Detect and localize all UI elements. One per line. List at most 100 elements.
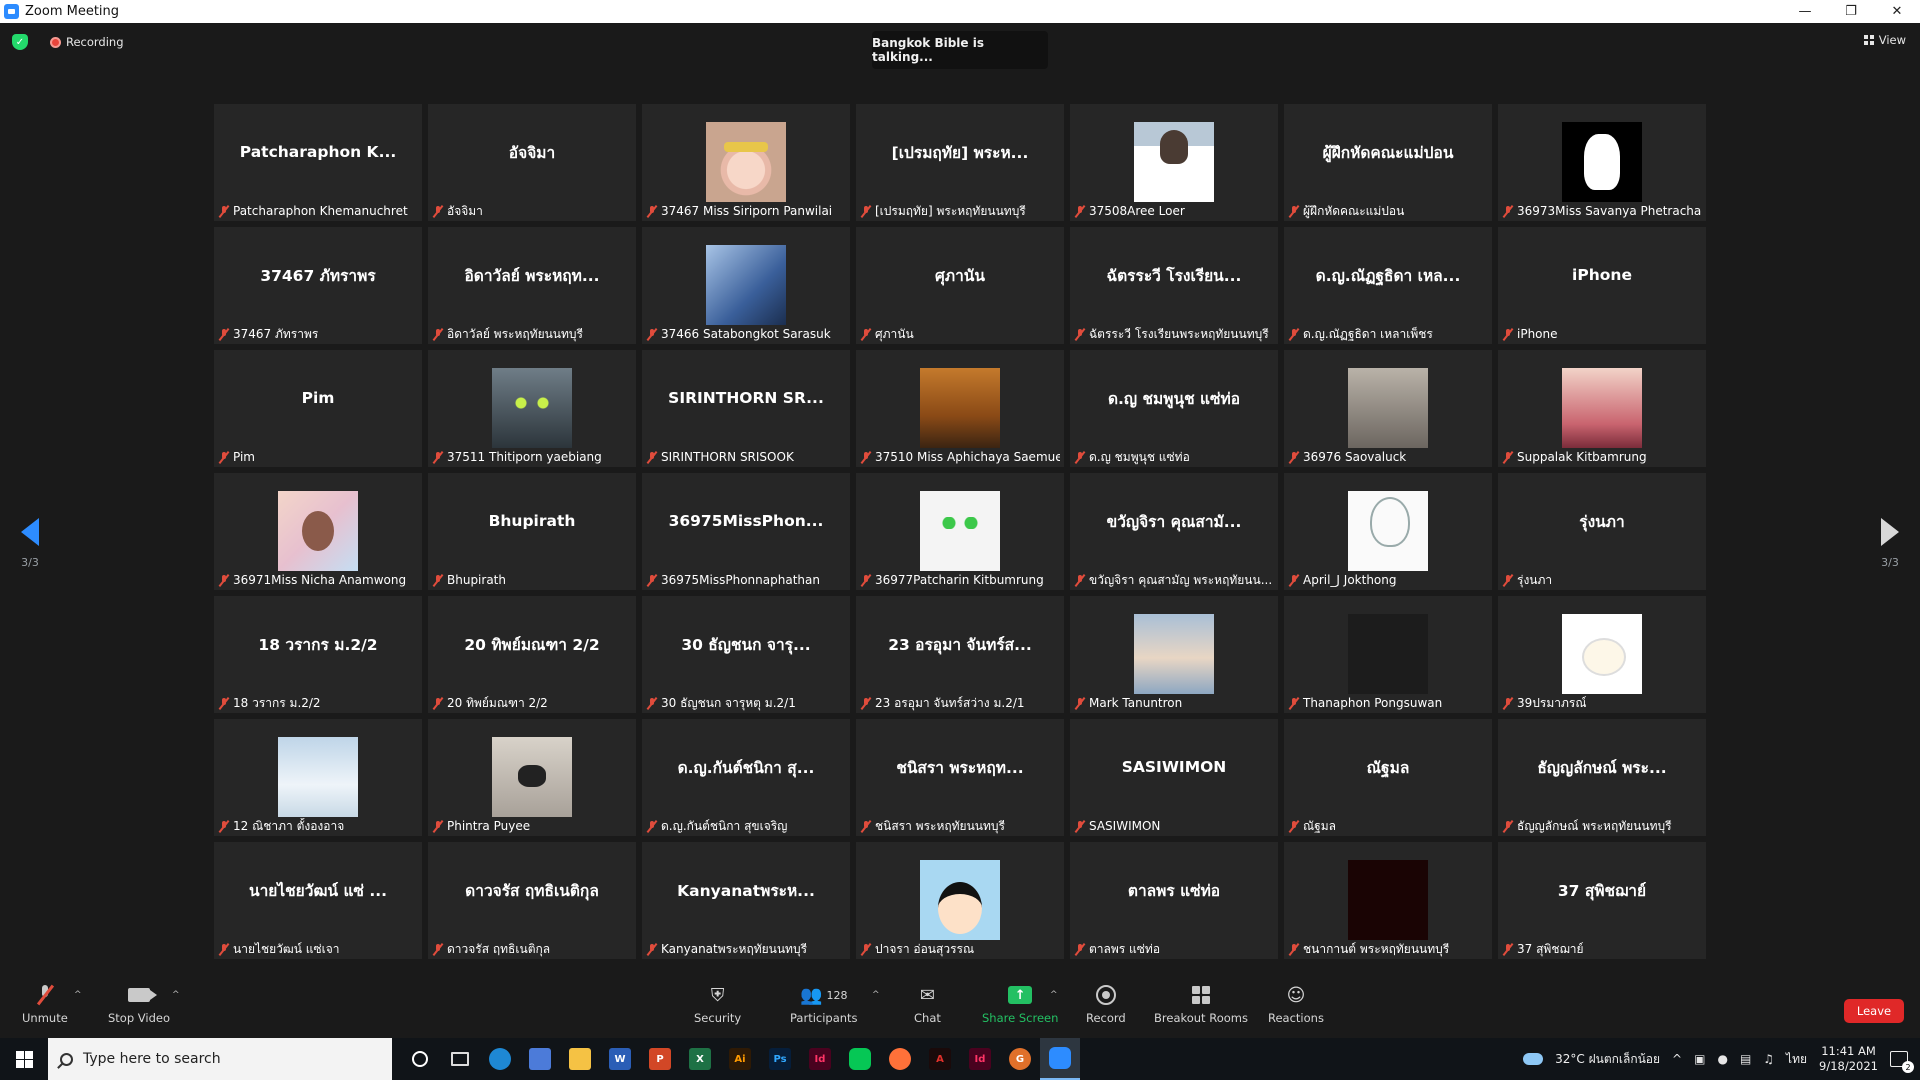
participant-tile[interactable]: Kanyanatพระห... Kanyanatพระหฤทัยนนทบุรี xyxy=(642,842,850,959)
participant-tile[interactable]: 30 ธัญชนก จารุ... 30 ธัญชนก จารุหตุ ม.2/1 xyxy=(642,596,850,713)
audio-options-chevron-icon[interactable]: ^ xyxy=(74,990,82,1000)
edge-icon[interactable] xyxy=(480,1038,520,1080)
participant-tile[interactable]: SIRINTHORN SR... SIRINTHORN SRISOOK xyxy=(642,350,850,467)
word-icon[interactable]: W xyxy=(600,1038,640,1080)
participant-tile[interactable]: ตาลพร แซ่ท่อ ตาลพร แซ่ท่อ xyxy=(1070,842,1278,959)
volume-icon[interactable]: ♫ xyxy=(1763,1052,1774,1066)
input-language[interactable]: ไทย xyxy=(1786,1050,1807,1069)
security-button[interactable]: ⛨ Security xyxy=(694,984,741,1026)
record-button[interactable]: Record xyxy=(1086,984,1126,1025)
participant-tile[interactable]: 37467 ภัทราพร 37467 ภัทราพร xyxy=(214,227,422,344)
weather-cloud-icon[interactable] xyxy=(1523,1053,1544,1065)
taskbar-clock[interactable]: 11:41 AM 9/18/2021 xyxy=(1819,1044,1878,1074)
participant-tile[interactable]: 36975MissPhon... 36975MissPhonnaphathan xyxy=(642,473,850,590)
zoom-taskbar-icon[interactable] xyxy=(1040,1038,1080,1080)
participant-tile[interactable]: Patcharaphon K... Patcharaphon Khemanuchr… xyxy=(214,104,422,221)
stop-video-button[interactable]: Stop Video xyxy=(108,984,170,1025)
participant-tile[interactable]: ดาวจรัส ฤทธิเนติกุล ดาวจรัส ฤทธิเนติกุล xyxy=(428,842,636,959)
participant-tile[interactable]: อิดาวัลย์ พระหฤท... อิดาวัลย์ พระหฤทัยนนท… xyxy=(428,227,636,344)
participant-tile[interactable]: 20 ทิพย์มณฑา 2/2 20 ทิพย์มณฑา 2/2 xyxy=(428,596,636,713)
encryption-shield-icon[interactable]: ✓ xyxy=(12,34,28,50)
share-options-chevron-icon[interactable]: ^ xyxy=(1050,990,1058,1000)
participant-tile[interactable]: 36973Miss Savanya Phetrachai xyxy=(1498,104,1706,221)
tray-expand-chevron-icon[interactable]: ^ xyxy=(1672,1052,1682,1066)
participant-tile[interactable]: อัจจิมา อัจจิมา xyxy=(428,104,636,221)
reactions-button[interactable]: ☺ Reactions xyxy=(1268,984,1324,1026)
task-view-icon[interactable] xyxy=(440,1038,480,1080)
leave-button[interactable]: Leave xyxy=(1844,999,1904,1023)
participant-tile[interactable]: ศุภานัน ศุภานัน xyxy=(856,227,1064,344)
participant-tile[interactable]: ธัญญลักษณ์ พระ... ธัญญลักษณ์ พระหฤทัยนนทบ… xyxy=(1498,719,1706,836)
participant-tile[interactable]: Phintra Puyee xyxy=(428,719,636,836)
share-screen-button[interactable]: ↑ Share Screen xyxy=(982,984,1058,1025)
participant-tile[interactable]: 37467 Miss Siriporn Panwilai xyxy=(642,104,850,221)
indesign-2-icon[interactable]: Id xyxy=(960,1038,1000,1080)
close-button[interactable]: ✕ xyxy=(1874,0,1920,23)
breakout-rooms-button[interactable]: Breakout Rooms xyxy=(1154,984,1248,1025)
weather-label[interactable]: 32°C ฝนตกเล็กน้อย xyxy=(1555,1050,1660,1069)
participant-tile[interactable]: ฉัตรระวี โรงเรียน... ฉัตรระวี โรงเรียนพระ… xyxy=(1070,227,1278,344)
next-page-button[interactable]: 3/3 xyxy=(1870,518,1910,569)
excel-icon[interactable]: X xyxy=(680,1038,720,1080)
participant-tile[interactable]: ขวัญจิรา คุณสามั... ขวัญจิรา คุณสามัญ พระ… xyxy=(1070,473,1278,590)
participant-tile[interactable]: Bhupirath Bhupirath xyxy=(428,473,636,590)
illustrator-icon[interactable]: Ai xyxy=(720,1038,760,1080)
participant-tile[interactable]: ณัฐมล ณัฐมล xyxy=(1284,719,1492,836)
participant-tile[interactable]: ด.ญ ชมพูนุช แซ่ท่อ ด.ญ ชมพูนุช แซ่ท่อ xyxy=(1070,350,1278,467)
acrobat-icon[interactable]: A xyxy=(920,1038,960,1080)
notification-center-icon[interactable] xyxy=(1890,1051,1914,1073)
network-icon[interactable]: ▤ xyxy=(1740,1052,1751,1066)
participant-tile[interactable]: ผู้ฝึกหัดคณะแม่ปอน ผู้ฝึกหัดคณะแม่ปอน xyxy=(1284,104,1492,221)
powerpoint-icon[interactable]: P xyxy=(640,1038,680,1080)
tray-app-icon[interactable]: ▣ xyxy=(1694,1052,1705,1066)
start-button[interactable] xyxy=(0,1038,48,1080)
participant-tile[interactable]: 36977Patcharin Kitbumrung xyxy=(856,473,1064,590)
unmute-button[interactable]: Unmute xyxy=(22,984,68,1025)
participant-tile[interactable]: 36976 Saovaluck xyxy=(1284,350,1492,467)
indesign-icon[interactable]: Id xyxy=(800,1038,840,1080)
video-options-chevron-icon[interactable]: ^ xyxy=(172,990,180,1000)
participant-tile[interactable]: iPhone iPhone xyxy=(1498,227,1706,344)
minimize-button[interactable]: — xyxy=(1782,0,1828,23)
participant-tile[interactable]: ปาจรา อ่อนสุวรรณ xyxy=(856,842,1064,959)
participant-tile[interactable]: 18 วรากร ม.2/2 18 วรากร ม.2/2 xyxy=(214,596,422,713)
microphone-tray-icon[interactable]: ● xyxy=(1717,1052,1727,1066)
view-button[interactable]: View xyxy=(1863,33,1906,47)
calculator-icon[interactable] xyxy=(520,1038,560,1080)
participants-options-chevron-icon[interactable]: ^ xyxy=(872,990,880,1000)
line-icon[interactable] xyxy=(840,1038,880,1080)
participant-tile[interactable]: SASIWIMON SASIWIMON xyxy=(1070,719,1278,836)
previous-page-button[interactable]: 3/3 xyxy=(10,518,50,569)
chat-button[interactable]: ✉ Chat xyxy=(914,984,941,1026)
participant-tile[interactable]: 37508Aree Loer xyxy=(1070,104,1278,221)
participant-tile[interactable]: Pim Pim xyxy=(214,350,422,467)
participant-tile[interactable]: ด.ญ.กันต์ชนิกา สุ... ด.ญ.กันต์ชนิกา สุขเจ… xyxy=(642,719,850,836)
participant-tile[interactable]: ชนากานต์ พระหฤทัยนนทบุรี xyxy=(1284,842,1492,959)
firefox-icon[interactable] xyxy=(880,1038,920,1080)
participant-tile[interactable]: 12 ณิชาภา ตั้งองอาจ xyxy=(214,719,422,836)
participant-tile[interactable]: ชนิสรา พระหฤท... ชนิสรา พระหฤทัยนนทบุรี xyxy=(856,719,1064,836)
participant-tile[interactable]: April_J Jokthong xyxy=(1284,473,1492,590)
participant-tile[interactable]: 37510 Miss Aphichaya Saemue xyxy=(856,350,1064,467)
participant-tile[interactable]: Mark Tanuntron xyxy=(1070,596,1278,713)
participant-tile[interactable]: Thanaphon Pongsuwan xyxy=(1284,596,1492,713)
grammarly-icon[interactable]: G xyxy=(1000,1038,1040,1080)
participant-tile[interactable]: [เปรมฤทัย] พระห... [เปรมฤทัย] พระหฤทัยนนท… xyxy=(856,104,1064,221)
participant-tile[interactable]: Suppalak Kitbamrung xyxy=(1498,350,1706,467)
cortana-icon[interactable] xyxy=(400,1038,440,1080)
participant-tile[interactable]: 37466 Satabongkot Sarasuk xyxy=(642,227,850,344)
participant-tile[interactable]: 37 สุพิชฌาย์ 37 สุพิชฌาย์ xyxy=(1498,842,1706,959)
file-explorer-icon[interactable] xyxy=(560,1038,600,1080)
participant-tile[interactable]: 36971Miss Nicha Anamwong xyxy=(214,473,422,590)
photoshop-icon[interactable]: Ps xyxy=(760,1038,800,1080)
taskbar-search[interactable]: Type here to search xyxy=(48,1038,392,1080)
maximize-button[interactable]: ❐ xyxy=(1828,0,1874,23)
participant-tile[interactable]: 39ปรมาภรณ์ xyxy=(1498,596,1706,713)
participant-tile[interactable]: 23 อรอุมา จันทร์ส... 23 อรอุมา จันทร์สว่า… xyxy=(856,596,1064,713)
participant-tile[interactable]: รุ่งนภา รุ่งนภา xyxy=(1498,473,1706,590)
participants-button[interactable]: 👥 128 Participants xyxy=(790,984,858,1026)
participant-tile[interactable]: นายไชยวัฒน์ แซ่ ... นายไชยวัฒน์ แซ่เจา xyxy=(214,842,422,959)
participant-tile[interactable]: 37511 Thitiporn yaebiang xyxy=(428,350,636,467)
participant-tile[interactable]: ด.ญ.ณัฏฐธิดา เหล... ด.ญ.ณัฏฐธิดา เหลาเพ็ช… xyxy=(1284,227,1492,344)
recording-indicator[interactable]: Recording xyxy=(50,35,124,49)
